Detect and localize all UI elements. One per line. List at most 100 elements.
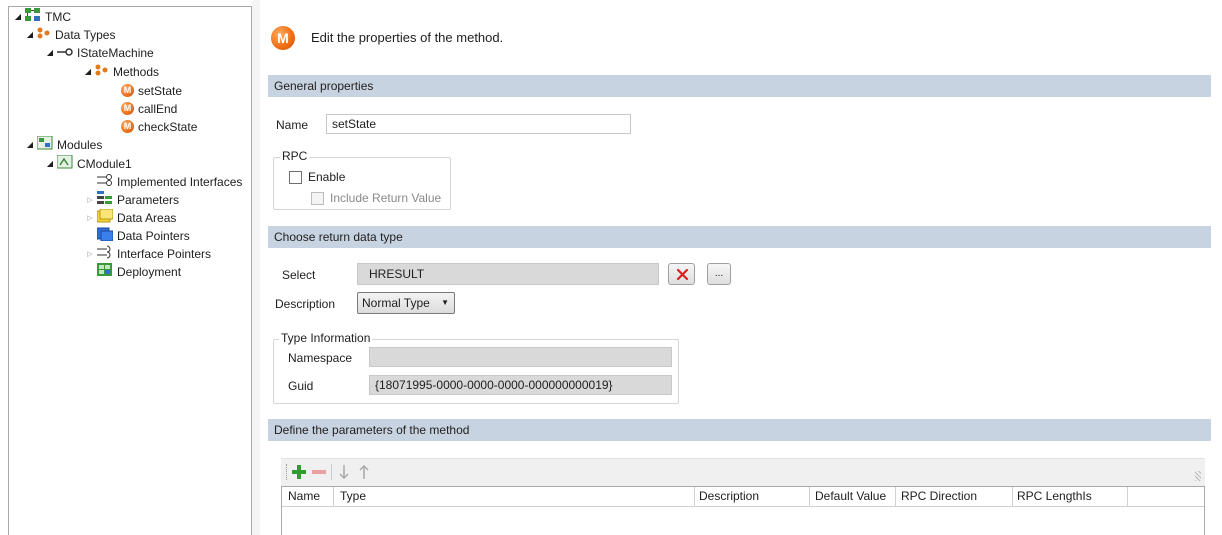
tree-node-cmodule1[interactable]: ◢ CModule1 <box>45 154 132 172</box>
page-title: Edit the properties of the method. <box>311 30 504 45</box>
implemented-interfaces-icon <box>97 174 113 189</box>
data-types-icon <box>95 64 109 79</box>
tree-label: Deployment <box>117 264 182 279</box>
tree-node-deployment[interactable]: Deployment <box>85 263 181 280</box>
description-value: Normal Type <box>362 296 430 310</box>
move-down-button[interactable] <box>337 464 351 480</box>
toolbar-grip <box>286 464 288 480</box>
namespace-label: Namespace <box>288 351 353 365</box>
tree-label: Modules <box>57 137 103 152</box>
modules-icon <box>36 135 53 153</box>
name-input[interactable]: setState <box>326 114 631 134</box>
tree-node-method[interactable]: M checkState <box>119 118 197 135</box>
toolbar-overflow[interactable] <box>1195 471 1201 481</box>
column-header-rpc-direction[interactable]: RPC Direction <box>896 487 1013 507</box>
remove-button[interactable] <box>311 464 327 480</box>
clear-icon <box>676 268 689 281</box>
clear-button[interactable] <box>668 263 695 285</box>
tree-label: TMC <box>45 9 71 24</box>
section-general-properties: General properties <box>268 75 1211 97</box>
expanded-triangle-icon[interactable]: ◢ <box>83 67 93 76</box>
tree-label: Data Types <box>55 27 116 42</box>
expanded-triangle-icon[interactable]: ◢ <box>25 30 35 39</box>
include-return-value-checkbox[interactable] <box>311 192 324 205</box>
tree-label: Interface Pointers <box>117 246 212 261</box>
tree-node-method[interactable]: M callEnd <box>119 100 177 117</box>
tree-label: callEnd <box>138 101 178 116</box>
tree-label: Parameters <box>117 192 180 207</box>
expanded-triangle-icon[interactable]: ◢ <box>13 12 23 21</box>
column-header-rpc-lengthis[interactable]: RPC LengthIs <box>1013 487 1128 507</box>
column-header-description[interactable]: Description <box>695 487 810 507</box>
tree-node-methods[interactable]: ◢ Methods <box>83 63 159 80</box>
data-pointers-icon <box>96 227 114 244</box>
column-header-type[interactable]: Type <box>334 487 695 507</box>
guid-label: Guid <box>288 379 314 393</box>
data-types-icon <box>37 27 51 42</box>
select-label: Select <box>282 268 316 282</box>
module-icon <box>56 154 73 172</box>
deployment-icon <box>97 263 113 280</box>
method-icon: M <box>121 120 134 133</box>
enable-checkbox[interactable] <box>289 171 302 184</box>
interface-pointers-icon <box>97 245 113 262</box>
tree-node-method[interactable]: M setState <box>119 82 182 99</box>
tree-node-data-areas[interactable]: ▷ Data Areas <box>85 208 177 226</box>
tree-label: setState <box>138 83 183 98</box>
expanded-triangle-icon[interactable]: ◢ <box>45 159 55 168</box>
section-parameters: Define the parameters of the method <box>268 419 1211 441</box>
parameters-icon <box>97 191 113 208</box>
include-return-value-label: Include Return Value <box>330 191 442 205</box>
move-down-icon <box>339 465 349 480</box>
add-icon <box>292 465 306 479</box>
interface-icon <box>57 46 73 60</box>
move-up-button[interactable] <box>357 464 371 480</box>
tree-node-interface-pointers[interactable]: ▷ Interface Pointers <box>85 245 211 262</box>
method-icon: M <box>121 84 134 97</box>
tree-label: checkState <box>138 119 198 134</box>
solution-tree[interactable]: ◢ TMC ◢ Data Types ◢ IStateMachine ◢ Met… <box>8 6 252 535</box>
rpc-group-title: RPC <box>280 149 310 163</box>
browse-button[interactable]: ... <box>707 263 731 285</box>
tree-label: Data Areas <box>117 210 177 225</box>
enable-label: Enable <box>308 170 346 184</box>
splitter[interactable] <box>252 0 260 535</box>
tree-node-parameters[interactable]: ▷ Parameters <box>85 191 179 208</box>
section-return-data-type: Choose return data type <box>268 226 1211 248</box>
guid-field[interactable]: {18071995-0000-0000-0000-000000000019} <box>369 375 672 395</box>
tree-node-modules[interactable]: ◢ Modules <box>25 135 103 153</box>
dropdown-arrow-icon: ▼ <box>441 298 449 307</box>
tree-label: Data Pointers <box>117 228 190 243</box>
expanded-triangle-icon[interactable]: ◢ <box>45 48 55 57</box>
collapsed-triangle-icon[interactable]: ▷ <box>85 196 95 204</box>
tree-label: IStateMachine <box>77 45 154 60</box>
tree-label: Methods <box>113 64 160 79</box>
column-header-name[interactable]: Name <box>282 487 334 507</box>
parameters-toolbar <box>281 458 1205 486</box>
tmc-icon <box>25 8 41 25</box>
parameters-grid[interactable]: Name Type Description Default Value RPC … <box>281 486 1205 535</box>
name-label: Name <box>276 118 309 132</box>
namespace-field[interactable] <box>369 347 672 367</box>
description-label: Description <box>275 297 336 311</box>
method-icon: M <box>271 26 295 50</box>
collapsed-triangle-icon[interactable]: ▷ <box>85 214 95 222</box>
tree-label: CModule1 <box>77 156 132 171</box>
column-header-default-value[interactable]: Default Value <box>810 487 896 507</box>
tree-node-istatemachine[interactable]: ◢ IStateMachine <box>45 44 154 61</box>
toolbar-divider <box>331 464 332 480</box>
description-dropdown[interactable]: Normal Type ▼ <box>357 292 455 314</box>
move-up-icon <box>359 464 369 479</box>
data-areas-icon <box>96 208 114 226</box>
tree-node-data-pointers[interactable]: Data Pointers <box>85 227 190 244</box>
tree-node-data-types[interactable]: ◢ Data Types <box>25 26 115 43</box>
tree-node-tmc[interactable]: ◢ TMC <box>13 8 71 25</box>
return-type-field[interactable]: HRESULT <box>357 263 659 285</box>
tree-node-implemented-interfaces[interactable]: Implemented Interfaces <box>85 173 242 190</box>
column-header-filler <box>1128 487 1204 507</box>
type-information-title: Type Information <box>279 331 373 345</box>
add-button[interactable] <box>291 464 307 480</box>
tree-label: Implemented Interfaces <box>117 174 243 189</box>
expanded-triangle-icon[interactable]: ◢ <box>25 140 35 149</box>
collapsed-triangle-icon[interactable]: ▷ <box>85 250 95 258</box>
